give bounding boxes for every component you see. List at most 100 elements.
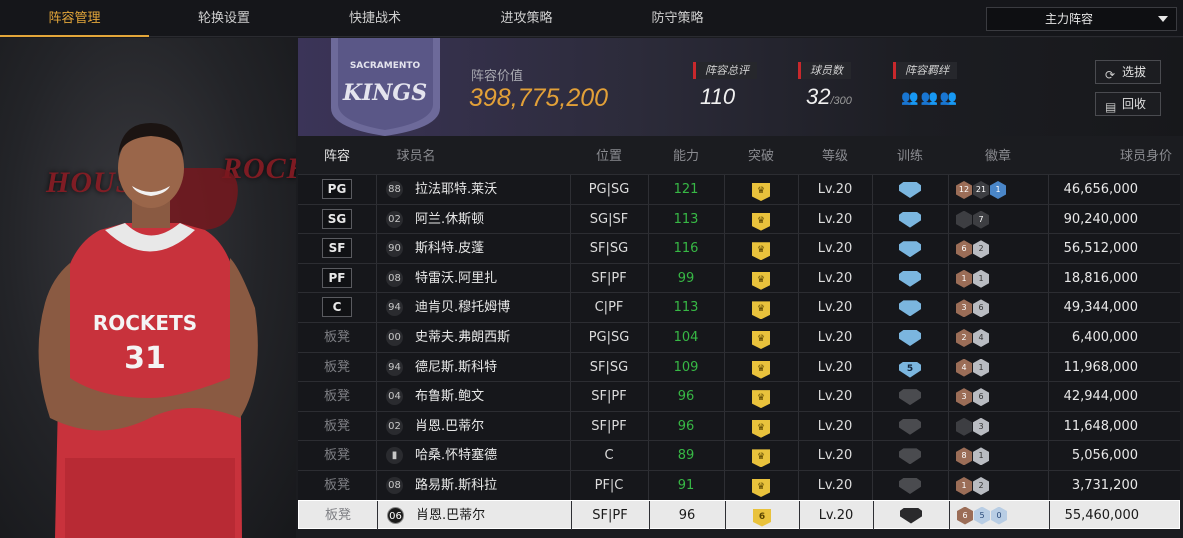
table-row[interactable]: 板凳 02 肖恩.巴蒂尔 SF|PF 96 ♛ Lv.20 3 11,648,0… [298,410,1180,441]
ability-cell: 116 [673,241,699,257]
col-slot: 阵容 [323,149,350,164]
training-shield-icon [899,300,921,317]
breakthrough-cell[interactable]: ♛ [724,234,798,263]
badges-cell[interactable]: 12 [956,476,990,495]
training-cell[interactable] [872,441,948,470]
training-cell[interactable] [872,234,948,263]
slot-cell: 板凳 [298,441,376,470]
breakthrough-cell[interactable]: ♛ [724,264,798,293]
bench-label: 板凳 [323,389,350,405]
player-name[interactable]: 布鲁斯.鲍文 [415,382,484,411]
table-row[interactable]: 板凳 ▮ 哈桑.怀特塞德 C 89 ♛ Lv.20 81 5,056,000 [298,440,1180,471]
ability-cell: 113 [673,300,699,316]
training-shield-icon [899,389,921,406]
divider [948,470,949,500]
divider [948,352,949,382]
badges-cell[interactable]: 650 [957,506,1008,525]
player-name[interactable]: 拉法耶特.莱沃 [415,175,497,204]
tab-lineup-management[interactable]: 阵容管理 [0,0,149,37]
player-name[interactable]: 阿兰.休斯顿 [415,205,484,234]
table-row[interactable]: PF 08 特雷沃.阿里扎 SF|PF 99 ♛ Lv.20 11 18,816… [298,262,1180,293]
select-button[interactable]: ⟳ 选拔 [1095,60,1161,84]
player-name[interactable]: 肖恩.巴蒂尔 [416,501,485,530]
badges-cell[interactable]: 36 [956,299,990,318]
breakthrough-cell[interactable]: ♛ [724,412,798,441]
training-cell[interactable] [872,205,948,234]
table-row[interactable]: 板凳 00 史蒂夫.弗朗西斯 PG|SG 104 ♛ Lv.20 24 6,40… [298,321,1180,352]
breakthrough-crown-icon: ♛ [752,212,770,231]
breakthrough-cell[interactable]: ♛ [724,471,798,500]
badges-cell[interactable]: 3 [956,417,990,436]
price-cell: 11,648,000 [1063,418,1138,434]
divider [948,175,949,204]
breakthrough-cell[interactable]: ♛ [724,293,798,322]
breakthrough-cell[interactable]: 6 [725,501,799,530]
breakthrough-cell[interactable]: ♛ [724,353,798,382]
bench-label: 板凳 [323,477,350,493]
recycle-button[interactable]: ▤ 回收 [1095,92,1161,116]
breakthrough-cell[interactable]: ♛ [724,175,798,204]
training-cell[interactable] [872,382,948,411]
badges-cell[interactable]: 24 [956,328,990,347]
breakthrough-cell[interactable]: ♛ [724,441,798,470]
divider [376,263,377,293]
badge-icon [956,417,972,436]
table-row[interactable]: 板凳 94 德尼斯.斯科特 SF|SG 109 ♛ Lv.20 5 41 11,… [298,351,1180,382]
tab-rotation-settings[interactable]: 轮换设置 [149,0,299,37]
table-row[interactable]: 板凳 06 肖恩.巴蒂尔 SF|PF 96 6 Lv.20 650 55,460… [298,499,1180,530]
table-row[interactable]: SG 02 阿兰.休斯顿 SG|SF 113 ♛ Lv.20 7 90,240,… [298,203,1180,234]
badges-cell[interactable]: 36 [956,388,990,407]
badge-icon: 1 [973,447,989,466]
training-cell[interactable]: 5 [872,353,948,382]
tab-defense-strategy[interactable]: 防守策略 [602,0,753,37]
col-breakthrough: 突破 [747,149,774,164]
table-row[interactable]: PG 88 拉法耶特.莱沃 PG|SG 121 ♛ Lv.20 12 21 1 46… [298,174,1180,204]
player-name[interactable]: 特雷沃.阿里扎 [415,264,497,293]
tab-quick-tactics[interactable]: 快捷战术 [299,0,451,37]
table-row[interactable]: SF 90 斯科特.皮蓬 SF|SG 116 ♛ Lv.20 62 56,512… [298,233,1180,264]
price-cell: 5,056,000 [1071,448,1138,464]
badges-cell[interactable]: 62 [956,240,990,259]
training-cell[interactable] [872,175,948,204]
badges-cell[interactable]: 11 [956,269,990,288]
training-cell[interactable] [872,412,948,441]
player-name[interactable]: 肖恩.巴蒂尔 [415,412,484,441]
tab-offense-strategy[interactable]: 进攻策略 [451,0,602,37]
ability-cell: 109 [673,359,699,375]
breakthrough-cell[interactable]: ♛ [724,205,798,234]
badges-cell[interactable]: 7 [956,210,990,229]
training-cell[interactable] [872,471,948,500]
player-name[interactable]: 路易斯.斯科拉 [415,471,497,500]
player-name[interactable]: 迪肯贝.穆托姆博 [415,293,510,322]
training-shield-icon [899,241,921,258]
lineup-select[interactable]: 主力阵容 [986,7,1177,31]
badges-cell[interactable]: 81 [956,447,990,466]
breakthrough-cell[interactable]: ♛ [724,323,798,352]
badge-icon: 1 [973,269,989,288]
ability-cell: 89 [677,448,695,464]
training-cell[interactable] [872,293,948,322]
badge-icon: 2 [973,476,989,495]
player-name[interactable]: 德尼斯.斯科特 [415,353,497,382]
jersey-number-badge: 88 [386,181,403,198]
badges-cell[interactable]: 41 [956,358,990,377]
player-name[interactable]: 史蒂夫.弗朗西斯 [415,323,510,352]
badges-cell[interactable]: 12 21 1 [956,181,1007,199]
slot-cell: 板凳 [298,412,376,441]
badge-icon: 4 [956,358,972,377]
jersey-number-badge: 08 [386,269,403,287]
player-name[interactable]: 哈桑.怀特塞德 [415,441,497,470]
training-cell[interactable] [872,264,948,293]
table-row[interactable]: 板凳 08 路易斯.斯科拉 PF|C 91 ♛ Lv.20 12 3,731,2… [298,469,1180,500]
recycle-button-label: 回收 [1122,97,1147,111]
training-cell[interactable] [873,501,949,530]
table-row[interactable]: 板凳 04 布鲁斯.鲍文 SF|PF 96 ♛ Lv.20 36 42,944,… [298,381,1180,412]
bond-icons[interactable]: 👥👥👥 [901,90,959,106]
training-cell[interactable] [872,323,948,352]
breakthrough-cell[interactable]: ♛ [724,382,798,411]
badge-icon: 3 [973,417,989,436]
player-name[interactable]: 斯科特.皮蓬 [415,234,484,263]
slot-cell: 板凳 [298,323,376,352]
bond-label: 阵容羁绊 [893,62,957,79]
table-row[interactable]: C 94 迪肯贝.穆托姆博 C|PF 113 ♛ Lv.20 36 49,344… [298,292,1180,323]
